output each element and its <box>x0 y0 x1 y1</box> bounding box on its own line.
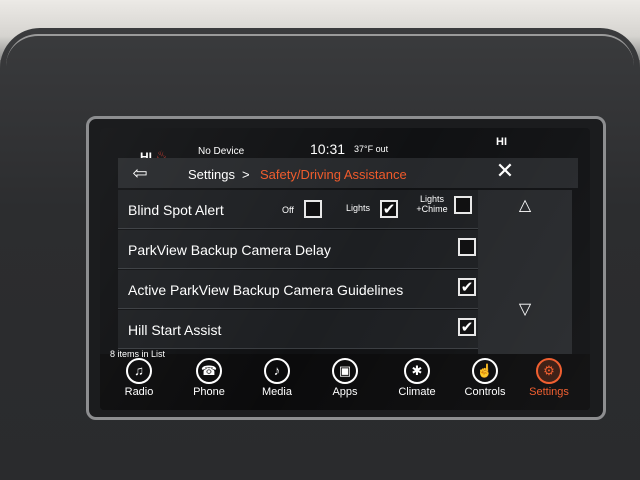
outside-temperature: 37°F out <box>354 144 389 154</box>
triangle-up-icon: △ <box>518 197 532 214</box>
settings-icon: ⚙ <box>536 358 562 384</box>
app-controls-button[interactable]: ☝ Controls <box>456 358 514 410</box>
close-icon: ✕ <box>495 158 515 183</box>
radio-icon: ♫ <box>126 358 152 384</box>
app-phone-button[interactable]: ☎ Phone <box>180 358 238 410</box>
clock: 10:31 <box>310 141 346 157</box>
checkbox-camera-guidelines[interactable]: ✔ <box>458 278 476 296</box>
back-button[interactable]: ⇦ <box>118 158 162 188</box>
setting-row-camera-guidelines[interactable]: Active ParkView Backup Camera Guidelines… <box>118 270 478 309</box>
breadcrumb-separator: > <box>242 167 250 182</box>
scroll-up-button[interactable]: △ <box>478 190 572 220</box>
app-apps-button[interactable]: ▣ Apps <box>316 358 374 410</box>
hvac-hi-right: HI <box>496 136 507 148</box>
phone-icon: ☎ <box>196 358 222 384</box>
app-label: Phone <box>193 386 225 398</box>
triangle-down-icon: ▽ <box>518 301 532 318</box>
setting-row-parkview-delay[interactable]: ParkView Backup Camera Delay <box>118 230 478 269</box>
controls-icon: ☝ <box>472 358 498 384</box>
option-label-lights: Lights <box>346 203 371 213</box>
app-label: Apps <box>332 386 358 398</box>
scroll-down-button[interactable]: ▽ <box>478 294 572 324</box>
setting-label: ParkView Backup Camera Delay <box>128 242 331 258</box>
app-label: Radio <box>124 386 154 398</box>
settings-list: Blind Spot Alert Off Lights ✔ Lights +Ch… <box>118 190 488 380</box>
breadcrumb-settings[interactable]: Settings <box>188 167 235 182</box>
media-icon: ♪ <box>264 358 290 384</box>
checkbox-lights[interactable]: ✔ <box>380 200 398 218</box>
setting-row-blind-spot-alert: Blind Spot Alert Off Lights ✔ Lights +Ch… <box>118 190 478 229</box>
device-status: No Device <box>198 146 245 157</box>
option-label-lights-chime: Lights +Chime <box>416 194 448 214</box>
app-label: Controls <box>464 386 506 398</box>
app-label: Climate <box>398 386 436 398</box>
checkbox-parkview-delay[interactable] <box>458 238 476 256</box>
app-climate-button[interactable]: ✱ Climate <box>388 358 446 410</box>
checkbox-lights-chime[interactable] <box>454 196 472 214</box>
dashboard-trim <box>6 34 634 66</box>
apps-icon: ▣ <box>332 358 358 384</box>
setting-label: Blind Spot Alert <box>128 202 224 218</box>
app-settings-button[interactable]: ⚙ Settings <box>520 358 578 410</box>
option-label-off: Off <box>282 205 294 215</box>
checkbox-hill-start-assist[interactable]: ✔ <box>458 318 476 336</box>
setting-label: Active ParkView Backup Camera Guidelines <box>128 282 404 298</box>
page-title: Safety/Driving Assistance <box>260 167 407 182</box>
climate-icon: ✱ <box>404 358 430 384</box>
setting-row-hill-start-assist[interactable]: Hill Start Assist ✔ <box>118 310 478 349</box>
app-label: Settings <box>529 386 569 398</box>
back-arrow-icon: ⇦ <box>132 162 148 183</box>
app-radio-button[interactable]: ♫ Radio <box>110 358 168 410</box>
setting-label: Hill Start Assist <box>128 322 222 338</box>
checkbox-off[interactable] <box>304 200 322 218</box>
close-button[interactable]: ✕ <box>490 156 520 186</box>
app-label: Media <box>262 386 292 398</box>
app-media-button[interactable]: ♪ Media <box>248 358 306 410</box>
infotainment-screen: HI ♨ No Device 10:31 37°F out HI ⇦ Setti… <box>100 128 590 410</box>
